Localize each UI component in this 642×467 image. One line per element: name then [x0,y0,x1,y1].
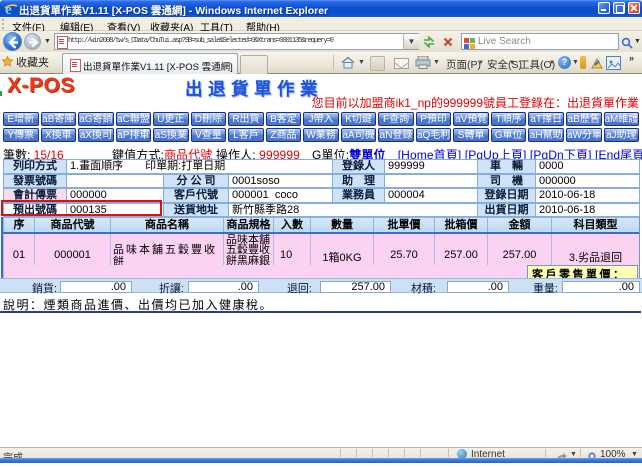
svg-text:e: e [5,2,12,16]
